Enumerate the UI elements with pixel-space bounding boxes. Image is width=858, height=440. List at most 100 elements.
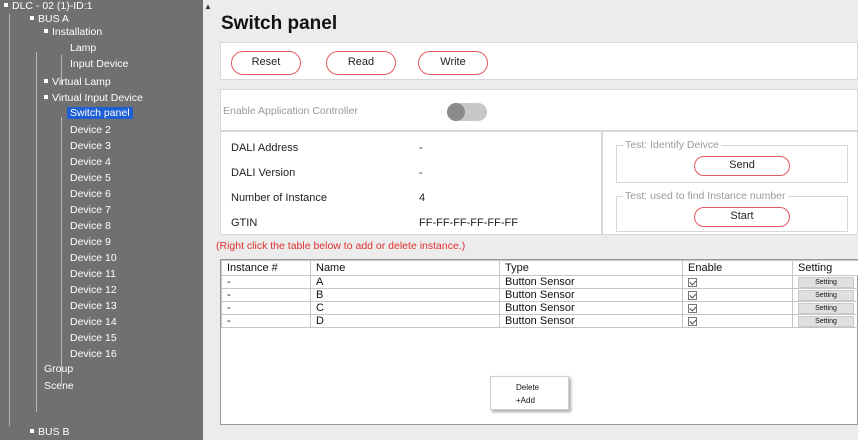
table-row[interactable]: - C Button Sensor Setting (221, 301, 858, 315)
gtin-label: GTIN (231, 217, 258, 229)
tree-guide-line (36, 52, 37, 412)
tree-item-device-5[interactable]: Device 5 (70, 172, 111, 185)
tree-item-device-15[interactable]: Device 15 (70, 332, 117, 345)
type-cell[interactable]: Button Sensor (499, 275, 683, 289)
tree-guide-line (61, 117, 62, 384)
identify-device-group: Test: Identify Deivce Send (616, 139, 848, 183)
setting-cell: Setting (792, 301, 858, 315)
tree-item-device-12[interactable]: Device 12 (70, 284, 117, 297)
instances-label: Number of Instance (231, 192, 327, 204)
tree-item-switch-panel[interactable]: Switch panel (67, 107, 133, 120)
name-cell[interactable]: D (310, 314, 500, 328)
tree-item-installation[interactable]: Installation (44, 26, 102, 39)
tree-item-device-6[interactable]: Device 6 (70, 188, 111, 201)
send-button[interactable]: Send (694, 156, 790, 176)
column-header-instance[interactable]: Instance # (221, 260, 311, 276)
setting-cell: Setting (792, 275, 858, 289)
scroll-up-arrow-icon[interactable]: ▲ (203, 0, 213, 14)
start-button[interactable]: Start (694, 207, 790, 227)
identify-device-title: Test: Identify Deivce (623, 139, 721, 151)
dali-version-value: - (419, 167, 423, 179)
tree-item-bus-b[interactable]: BUS B (30, 426, 70, 439)
setting-button[interactable]: Setting (798, 276, 854, 288)
node-bullet-icon (4, 3, 8, 8)
name-cell[interactable]: B (310, 288, 500, 302)
node-bullet-icon (44, 95, 48, 100)
tree-item-group[interactable]: Group (44, 363, 73, 376)
type-cell[interactable]: Button Sensor (499, 288, 683, 302)
toolbar-panel: Reset Read Write (220, 42, 858, 80)
name-cell[interactable]: C (310, 301, 500, 315)
tree-item-device-9[interactable]: Device 9 (70, 236, 111, 249)
gtin-value: FF-FF-FF-FF-FF-FF (419, 217, 518, 229)
table-row[interactable]: - D Button Sensor Setting (221, 314, 858, 328)
setting-cell: Setting (792, 288, 858, 302)
enable-cell (682, 288, 793, 302)
enable-checkbox[interactable] (688, 277, 697, 287)
type-cell[interactable]: Button Sensor (499, 314, 683, 328)
table-hint: (Right click the table below to add or d… (216, 240, 466, 252)
main-content: Switch panel Reset Read Write Enable App… (213, 0, 858, 440)
read-button[interactable]: Read (326, 51, 396, 75)
enable-cell (682, 301, 793, 315)
app-controller-label: Enable Application Controller (223, 105, 358, 117)
enable-checkbox[interactable] (688, 290, 697, 300)
table-row[interactable]: - B Button Sensor Setting (221, 288, 858, 302)
tree-item-device-8[interactable]: Device 8 (70, 220, 111, 233)
enable-checkbox[interactable] (688, 303, 697, 313)
node-bullet-icon (30, 16, 34, 21)
app-controller-panel: Enable Application Controller (220, 89, 858, 131)
enable-checkbox[interactable] (688, 316, 697, 326)
column-header-name[interactable]: Name (310, 260, 500, 276)
table-header-row: Instance # Name Type Enable Setting (221, 260, 858, 276)
app-controller-toggle[interactable] (447, 103, 487, 121)
tree-item-scene[interactable]: Scene (44, 380, 74, 393)
toggle-knob (447, 103, 465, 121)
type-cell[interactable]: Button Sensor (499, 301, 683, 315)
dali-address-label: DALI Address (231, 142, 299, 154)
column-header-setting[interactable]: Setting (792, 260, 858, 276)
tree-item-device-7[interactable]: Device 7 (70, 204, 111, 217)
tree-item-virtual-input-device[interactable]: Virtual Input Device (44, 92, 143, 105)
context-menu-delete[interactable]: Delete (516, 382, 539, 393)
enable-cell (682, 275, 793, 289)
tree-item-lamp[interactable]: Lamp (70, 42, 96, 55)
tree-item-virtual-lamp[interactable]: Virtual Lamp (44, 76, 111, 89)
tree-item-root[interactable]: DLC - 02 (1)-ID:1 (4, 0, 93, 13)
tree-item-device-3[interactable]: Device 3 (70, 140, 111, 153)
table-row[interactable]: - A Button Sensor Setting (221, 275, 858, 289)
tree-item-bus-a[interactable]: BUS A (30, 13, 69, 26)
column-header-enable[interactable]: Enable (682, 260, 793, 276)
instance-table: Instance # Name Type Enable Setting - A … (221, 260, 858, 328)
reset-button[interactable]: Reset (231, 51, 301, 75)
instance-cell: - (221, 301, 311, 315)
node-bullet-icon (44, 29, 48, 34)
dali-address-value: - (419, 142, 423, 154)
setting-button[interactable]: Setting (798, 289, 854, 301)
tree-guide-line (9, 14, 10, 426)
setting-button[interactable]: Setting (798, 315, 854, 327)
name-cell[interactable]: A (310, 275, 500, 289)
tree-item-device-10[interactable]: Device 10 (70, 252, 117, 265)
dali-version-label: DALI Version (231, 167, 296, 179)
tree-panel: DLC - 02 (1)-ID:1 BUS A Installation Lam… (0, 0, 203, 440)
tree-item-input-device[interactable]: Input Device (70, 58, 128, 71)
node-bullet-icon (44, 79, 48, 84)
tree-item-device-13[interactable]: Device 13 (70, 300, 117, 313)
write-button[interactable]: Write (418, 51, 488, 75)
device-info-panel: DALI Address - DALI Version - Number of … (220, 131, 602, 235)
tree-item-device-4[interactable]: Device 4 (70, 156, 111, 169)
setting-button[interactable]: Setting (798, 302, 854, 314)
tree-item-device-11[interactable]: Device 11 (70, 268, 116, 281)
tree-item-device-14[interactable]: Device 14 (70, 316, 117, 329)
instances-value: 4 (419, 192, 426, 204)
table-context-menu: Delete +Add (490, 376, 569, 410)
tree-item-device-16[interactable]: Device 16 (70, 348, 117, 361)
tree-item-device-2[interactable]: Device 2 (70, 124, 111, 137)
instance-cell: - (221, 275, 311, 289)
test-panel: Test: Identify Deivce Send Test: used to… (602, 131, 858, 235)
node-bullet-icon (30, 429, 34, 434)
instance-cell: - (221, 314, 311, 328)
column-header-type[interactable]: Type (499, 260, 683, 276)
context-menu-add[interactable]: +Add (516, 395, 535, 406)
